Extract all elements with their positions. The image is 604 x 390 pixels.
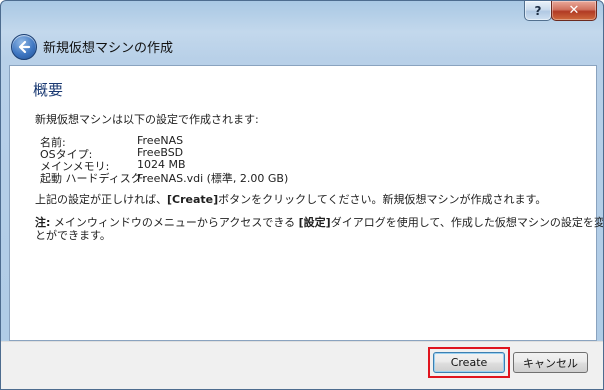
- note-text-line1: 注: メインウィンドウのメニューからアクセスできる [設定]ダイアログを使用して…: [35, 214, 604, 230]
- setting-value-boot-disk: FreeNAS.vdi (標準, 2.00 GB): [137, 172, 289, 185]
- back-arrow-icon: [18, 40, 31, 54]
- close-button[interactable]: ✕: [551, 1, 597, 21]
- create-button[interactable]: Create: [433, 352, 505, 373]
- back-button[interactable]: [11, 34, 37, 60]
- button-bar: Create キャンセル: [1, 341, 603, 389]
- confirm-text-pre: 上記の設定が正しければ、: [35, 193, 167, 206]
- confirm-text: 上記の設定が正しければ、[Create]ボタンをクリックしてください。新規仮想マ…: [35, 191, 546, 207]
- wizard-window: ? ✕ 新規仮想マシンの作成 概要 新規仮想マシンは以下の設定で作成されます: …: [0, 0, 604, 390]
- note-text-line2: とができます。: [35, 229, 111, 242]
- help-icon: ?: [534, 3, 542, 18]
- help-button[interactable]: ?: [524, 1, 552, 21]
- summary-panel: 概要 新規仮想マシンは以下の設定で作成されます: 名前: FreeNAS OSタ…: [9, 65, 603, 341]
- wizard-title: 新規仮想マシンの作成: [43, 41, 174, 56]
- title-bar: ? ✕ 新規仮想マシンの作成: [1, 1, 603, 65]
- note-settings-bold: [設定]: [298, 216, 331, 229]
- cancel-button[interactable]: キャンセル: [513, 352, 588, 373]
- confirm-text-bold: [Create]: [167, 193, 219, 206]
- intro-text: 新規仮想マシンは以下の設定で作成されます:: [35, 113, 259, 126]
- setting-label-boot-disk: 起動 ハードディスク:: [40, 172, 146, 185]
- confirm-text-post: ボタンをクリックしてください。新規仮想マシンが作成されます。: [218, 193, 547, 206]
- close-icon: ✕: [568, 3, 580, 18]
- note-text-post: ダイアログを使用して、作成した仮想マシンの設定を変更するこ: [330, 216, 604, 229]
- page-heading: 概要: [33, 81, 64, 99]
